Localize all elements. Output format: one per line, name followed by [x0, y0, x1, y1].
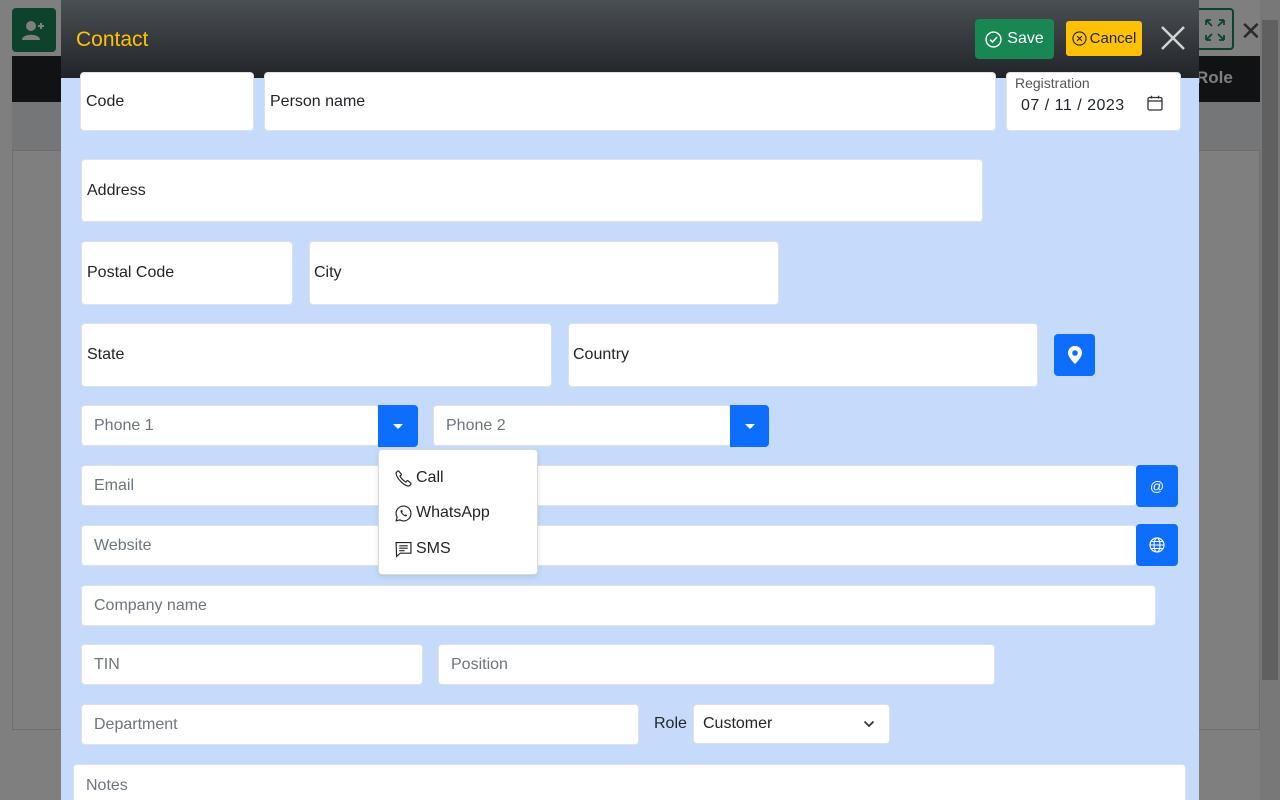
postal-code-label: Postal Code	[87, 264, 175, 281]
email-placeholder: Email	[94, 476, 135, 494]
tin-placeholder: TIN	[94, 655, 120, 673]
location-button[interactable]	[1054, 334, 1095, 376]
email-input[interactable]: Email	[81, 465, 1137, 506]
position-placeholder: Position	[451, 655, 508, 673]
website-input[interactable]: Website	[81, 525, 1137, 566]
country-field[interactable]: Country	[568, 323, 1038, 387]
email-button[interactable]: @	[1136, 465, 1178, 507]
address-label: Address	[87, 181, 146, 199]
whatsapp-icon	[395, 504, 412, 522]
person-name-field[interactable]: Person name	[264, 72, 996, 131]
person-name-label: Person name	[270, 92, 366, 110]
cancel-label: Cancel	[1089, 30, 1137, 47]
notes-placeholder: Notes	[86, 777, 128, 794]
at-sign-icon: @	[1149, 478, 1165, 494]
menu-item-sms[interactable]: SMS	[395, 540, 451, 558]
caret-down-icon	[393, 423, 403, 429]
chat-text-icon	[395, 541, 412, 558]
phone1-placeholder: Phone 1	[94, 416, 154, 434]
address-field[interactable]: Address	[81, 159, 983, 222]
country-label: Country	[573, 346, 630, 363]
modal-title: Contact	[76, 28, 149, 51]
company-name-input[interactable]: Company name	[81, 585, 1156, 626]
x-circle-icon	[1072, 31, 1087, 46]
menu-item-label: Call	[416, 469, 444, 486]
phone1-input[interactable]: Phone 1	[81, 405, 379, 446]
phone1-dropdown-menu: Call WhatsApp SMS	[378, 449, 538, 575]
position-input[interactable]: Position	[438, 644, 995, 685]
save-label: Save	[1007, 30, 1044, 47]
role-selected-value: Customer	[703, 715, 773, 732]
menu-item-label: SMS	[416, 540, 451, 557]
save-button[interactable]: Save	[975, 19, 1054, 59]
chevron-down-icon	[863, 720, 875, 728]
role-label: Role	[654, 715, 687, 732]
phone1-dropdown-button[interactable]	[378, 405, 418, 447]
phone2-dropdown-button[interactable]	[730, 405, 769, 447]
menu-item-call[interactable]: Call	[395, 469, 444, 487]
department-placeholder: Department	[94, 715, 178, 733]
cancel-button[interactable]: Cancel	[1066, 21, 1142, 56]
company-placeholder: Company name	[94, 596, 207, 614]
modal-header: Contact Save Cancel	[61, 0, 1199, 78]
registration-date-field[interactable]: Registration 07 / 11 / 2023	[1006, 72, 1181, 131]
city-field[interactable]: City	[309, 241, 779, 305]
registration-date-value: 07 / 11 / 2023	[1021, 97, 1125, 114]
postal-code-field[interactable]: Postal Code	[81, 241, 293, 305]
tin-input[interactable]: TIN	[81, 644, 423, 685]
menu-item-label: WhatsApp	[416, 504, 490, 521]
map-pin-icon	[1067, 346, 1082, 364]
caret-down-icon	[744, 423, 755, 429]
phone2-input[interactable]: Phone 2	[433, 405, 731, 446]
contact-modal: Contact Save Cancel Code Person name Reg…	[61, 0, 1199, 800]
registration-label: Registration	[1015, 75, 1090, 91]
role-select[interactable]: Customer	[693, 704, 890, 744]
website-placeholder: Website	[94, 536, 152, 554]
code-field[interactable]: Code	[80, 72, 254, 131]
globe-icon	[1149, 537, 1165, 553]
telephone-icon	[395, 469, 412, 487]
city-label: City	[314, 264, 342, 281]
close-icon[interactable]	[1159, 24, 1187, 52]
phone2-placeholder: Phone 2	[446, 416, 506, 434]
state-label: State	[87, 346, 125, 363]
website-button[interactable]	[1136, 524, 1178, 566]
state-field[interactable]: State	[81, 323, 552, 387]
code-label: Code	[86, 92, 125, 110]
calendar-icon[interactable]	[1147, 95, 1163, 111]
menu-item-whatsapp[interactable]: WhatsApp	[395, 504, 490, 522]
notes-textarea[interactable]: Notes	[73, 764, 1186, 800]
department-input[interactable]: Department	[81, 704, 639, 745]
check-circle-icon	[985, 30, 1002, 48]
